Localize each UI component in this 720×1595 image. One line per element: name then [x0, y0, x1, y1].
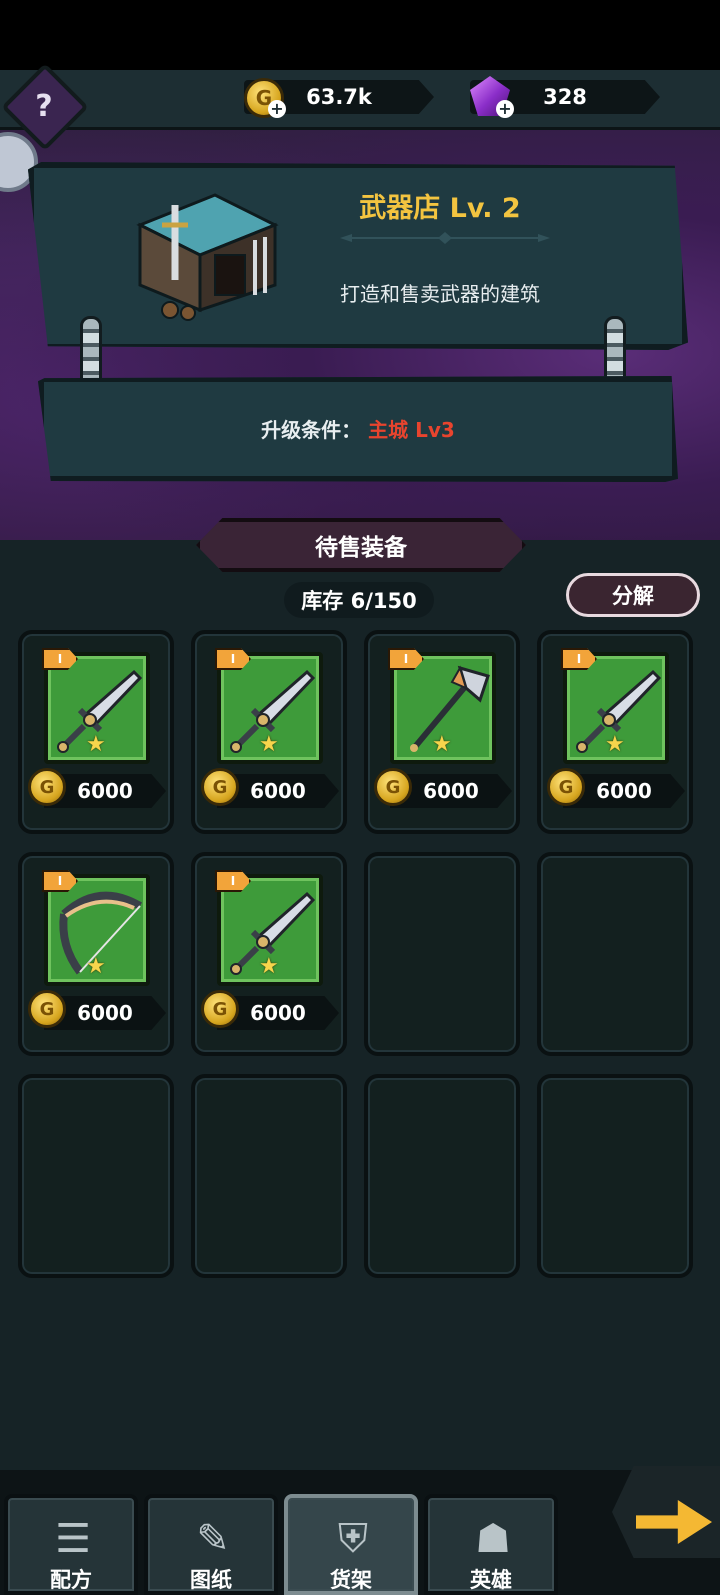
star-icon: ★	[86, 954, 106, 979]
gold-value: 63.7k	[306, 85, 372, 109]
gold-coin-icon: G	[28, 768, 66, 806]
price-value: 6000	[250, 779, 306, 803]
weapon-shop-building-icon	[136, 193, 279, 321]
inventory-slot[interactable]: I ★ 6000 G	[18, 852, 174, 1056]
price-value: 6000	[77, 1001, 133, 1025]
inventory-slot[interactable]: I ★ 6000 G	[364, 630, 520, 834]
item-card[interactable]: I ★	[561, 648, 669, 764]
price-value: 6000	[250, 1001, 306, 1025]
item-card[interactable]: I ★	[42, 870, 150, 986]
star-icon: ★	[605, 732, 625, 757]
star-icon: ★	[259, 732, 279, 757]
add-gold-button[interactable]: +	[268, 100, 286, 118]
item-card[interactable]: I ★	[388, 648, 496, 764]
inventory-slot[interactable]: I ★ 6000 G	[537, 630, 693, 834]
gold-coin-icon: G	[28, 990, 66, 1028]
item-card[interactable]: I ★	[42, 648, 150, 764]
gem-value: 328	[543, 85, 587, 109]
shop-description: 打造和售卖武器的建筑	[340, 282, 540, 306]
tab-label: 货架	[330, 1568, 372, 1592]
next-page-button[interactable]	[612, 1466, 720, 1558]
shelf-armor-icon: ⛨	[338, 1516, 368, 1562]
star-icon: ★	[432, 732, 452, 757]
item-card[interactable]: I ★	[215, 870, 323, 986]
inventory-slot[interactable]: I ★ 6000 G	[191, 852, 347, 1056]
ornament-divider	[340, 232, 550, 244]
inventory-slot[interactable]: I ★ 6000 G	[18, 630, 174, 834]
inventory-slot	[364, 852, 520, 1056]
recipe-scroll-icon: ☰	[55, 1516, 91, 1562]
status-bar	[0, 0, 720, 70]
item-card[interactable]: I ★	[215, 648, 323, 764]
star-icon: ★	[259, 954, 279, 979]
gold-coin-icon: G	[201, 768, 239, 806]
tab-label: 配方	[50, 1568, 92, 1592]
tab-3[interactable]: ☗ 英雄	[424, 1494, 558, 1595]
price-value: 6000	[596, 779, 652, 803]
blueprint-icon: ✎	[196, 1516, 230, 1562]
inventory-slot	[364, 1074, 520, 1278]
upgrade-requirement: 升级条件： 主城 Lv3	[38, 414, 678, 443]
tab-2[interactable]: ⛨ 货架	[284, 1494, 418, 1595]
tab-label: 英雄	[470, 1568, 512, 1592]
star-icon: ★	[86, 732, 106, 757]
tab-0[interactable]: ☰ 配方	[4, 1494, 138, 1595]
requirement-label: 升级条件：	[261, 418, 362, 442]
gold-coin-icon: G	[201, 990, 239, 1028]
inventory-slot	[537, 852, 693, 1056]
inventory-slot	[18, 1074, 174, 1278]
menu-icon: ?	[35, 88, 53, 124]
requirement-value: 主城 Lv3	[368, 418, 455, 442]
inventory-slot	[537, 1074, 693, 1278]
tab-1[interactable]: ✎ 图纸	[144, 1494, 278, 1595]
inventory-slot[interactable]: I ★ 6000 G	[191, 630, 347, 834]
inventory-slot	[191, 1074, 347, 1278]
shop-title: 武器店 Lv. 2	[359, 193, 521, 224]
hero-helmet-icon: ☗	[475, 1516, 511, 1562]
price-value: 6000	[77, 779, 133, 803]
decompose-button[interactable]: 分解	[566, 573, 700, 617]
gold-coin-icon: G	[547, 768, 585, 806]
stock-counter: 库存 6/150	[284, 582, 434, 618]
add-gem-button[interactable]: +	[496, 100, 514, 118]
for-sale-banner: 待售装备	[196, 518, 526, 572]
gold-coin-icon: G	[374, 768, 412, 806]
tab-label: 图纸	[190, 1568, 232, 1592]
price-value: 6000	[423, 779, 479, 803]
